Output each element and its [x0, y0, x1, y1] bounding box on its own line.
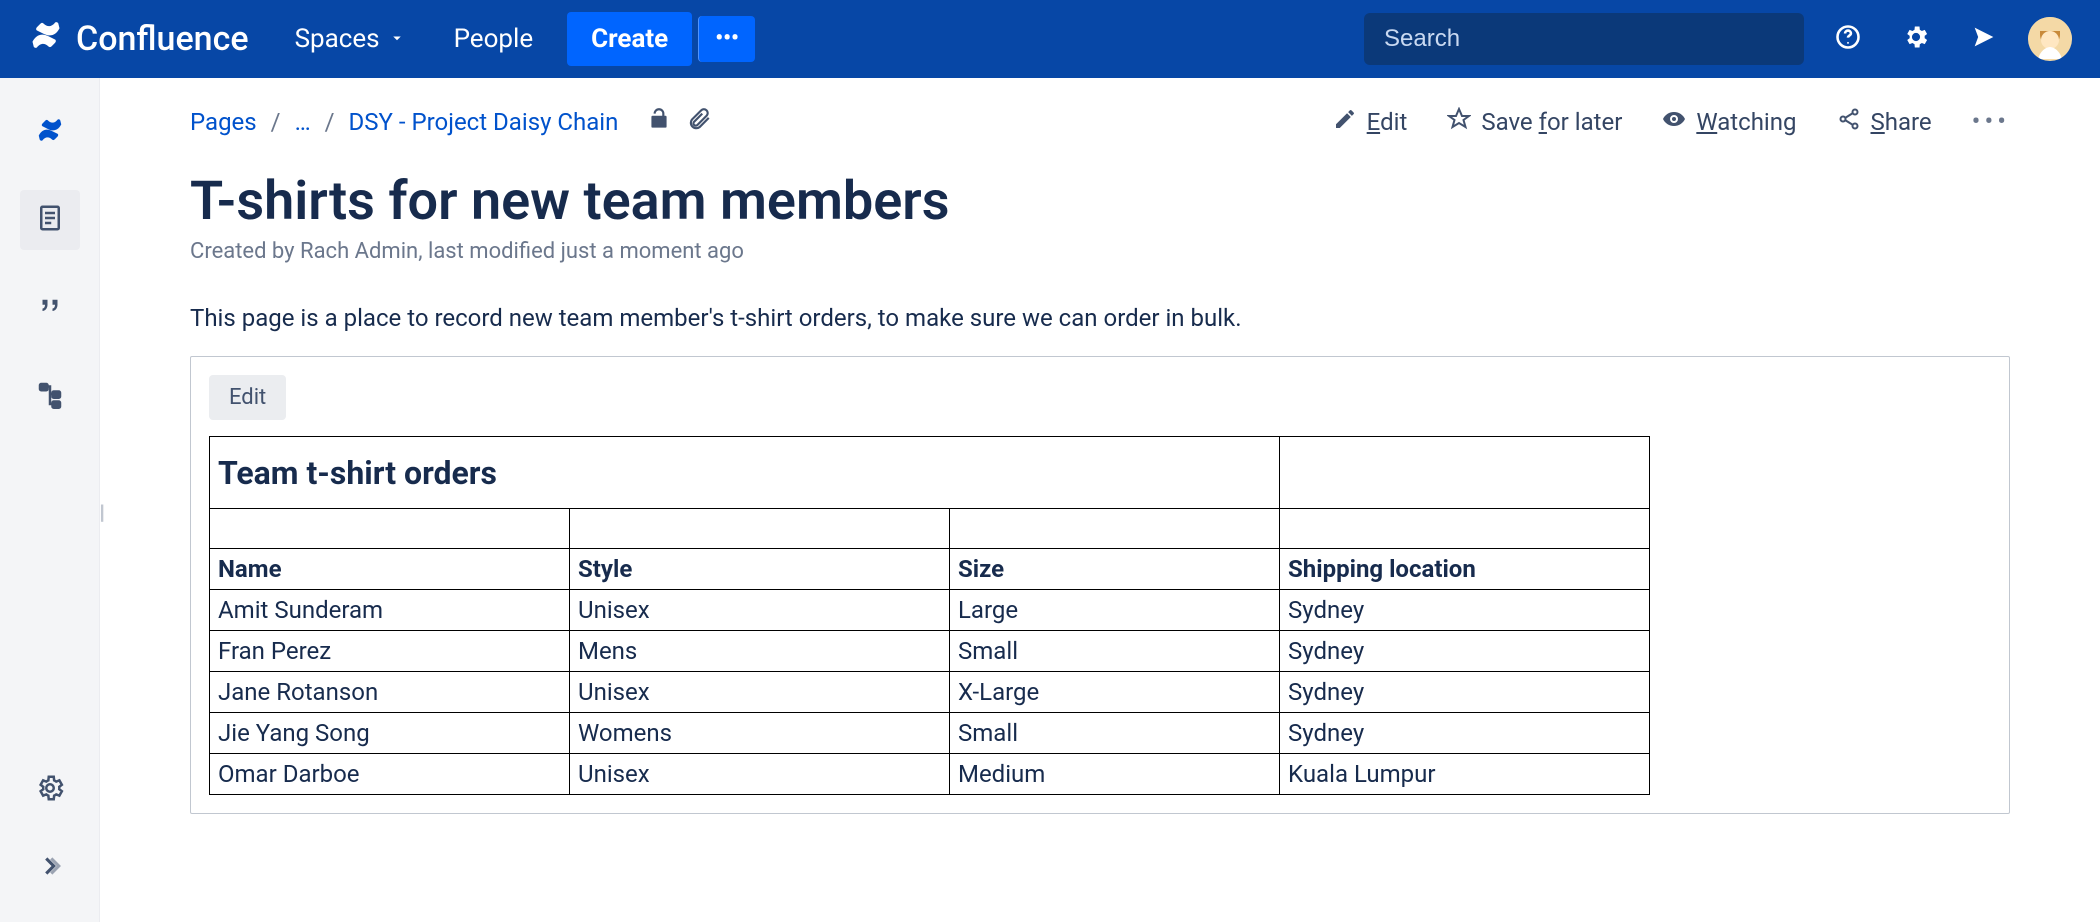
rail-resize-handle[interactable]: ||: [99, 500, 101, 524]
breadcrumb-pages[interactable]: Pages: [190, 108, 257, 136]
share-icon: [1837, 107, 1861, 137]
unlock-icon: [646, 106, 672, 138]
create-more-button[interactable]: •••: [698, 16, 755, 62]
page-body: This page is a place to record new team …: [190, 304, 2010, 814]
page-content: Pages / … / DSY - Project Daisy Chain: [100, 78, 2100, 922]
confluence-mark-icon: [35, 115, 65, 149]
top-navigation: Confluence Spaces People Create •••: [0, 0, 2100, 78]
search-input[interactable]: [1382, 24, 1786, 54]
chevron-down-icon: [388, 24, 406, 54]
help-icon: [1834, 23, 1862, 55]
breadcrumb-sep: /: [271, 108, 281, 136]
edit-sheet-button[interactable]: Edit: [209, 375, 286, 420]
edit-label: Edit: [1367, 108, 1408, 136]
rail-pages[interactable]: [20, 190, 80, 250]
col-size: Size: [950, 549, 1280, 590]
profile-avatar[interactable]: [2028, 17, 2072, 61]
page-meta: Created by Rach Admin, last modified jus…: [190, 239, 2010, 264]
edit-sheet-label: Edit: [229, 385, 266, 410]
rail-space-settings[interactable]: [20, 760, 80, 820]
table-row: Jane Rotanson Unisex X-Large Sydney: [210, 672, 1650, 713]
edit-page-button[interactable]: Edit: [1333, 107, 1408, 137]
intro-paragraph: This page is a place to record new team …: [190, 304, 2010, 332]
table-row: Omar Darboe Unisex Medium Kuala Lumpur: [210, 754, 1650, 795]
watching-label: Watching: [1696, 108, 1796, 136]
rail-expand[interactable]: [20, 838, 80, 898]
paperclip-icon: [686, 106, 712, 138]
left-rail: ||: [0, 78, 100, 922]
save-for-later-button[interactable]: Save for later: [1447, 107, 1622, 137]
settings-button[interactable]: [1892, 15, 1940, 63]
table-row: Amit Sunderam Unisex Large Sydney: [210, 590, 1650, 631]
brand-label: Confluence: [76, 19, 249, 59]
confluence-logo-icon: [28, 17, 64, 62]
rail-blog[interactable]: [20, 278, 80, 338]
nav-people[interactable]: People: [440, 14, 548, 64]
expand-icon: [35, 851, 65, 885]
table-header-row: Name Style Size Shipping location: [210, 549, 1650, 590]
rail-space-logo[interactable]: [20, 102, 80, 162]
rail-tree[interactable]: [20, 366, 80, 426]
quote-icon: [35, 291, 65, 325]
sheet-empty-cell: [1280, 437, 1650, 509]
col-name: Name: [210, 549, 570, 590]
watching-button[interactable]: Watching: [1662, 107, 1796, 137]
orders-table: Team t-shirt orders Name Style Size Ship…: [209, 436, 1650, 795]
nav-spaces[interactable]: Spaces: [281, 14, 420, 64]
search-box[interactable]: [1364, 13, 1804, 65]
nav-people-label: People: [454, 24, 534, 54]
nav-spaces-label: Spaces: [295, 24, 380, 54]
gear-icon: [35, 773, 65, 807]
share-button[interactable]: Share: [1837, 107, 1932, 137]
save-label: Save for later: [1481, 108, 1622, 136]
ellipsis-icon: •••: [715, 26, 739, 51]
avatar-icon: [2028, 17, 2072, 61]
sheet-title-cell: Team t-shirt orders: [210, 437, 1280, 509]
col-style: Style: [570, 549, 950, 590]
create-button[interactable]: Create: [567, 12, 692, 66]
share-label: Share: [1871, 108, 1932, 136]
restrictions-button[interactable]: [646, 106, 672, 138]
page-title: T-shirts for new team members: [190, 170, 2010, 233]
attachments-button[interactable]: [686, 106, 712, 138]
notification-icon: [1970, 23, 1998, 55]
notifications-button[interactable]: [1960, 15, 2008, 63]
tree-icon: [35, 379, 65, 413]
pencil-icon: [1333, 107, 1357, 137]
breadcrumb-sep: /: [325, 108, 335, 136]
eye-icon: [1662, 107, 1686, 137]
page-actions-more[interactable]: •••: [1972, 107, 2010, 137]
star-icon: [1447, 107, 1471, 137]
brand[interactable]: Confluence: [28, 17, 261, 62]
gear-icon: [1902, 23, 1930, 55]
embedded-sheet-panel: Edit Team t-shirt orders Name Style Size…: [190, 356, 2010, 814]
help-button[interactable]: [1824, 15, 1872, 63]
breadcrumb-space[interactable]: DSY - Project Daisy Chain: [349, 108, 619, 136]
page-icon: [35, 203, 65, 237]
table-row: Fran Perez Mens Small Sydney: [210, 631, 1650, 672]
create-button-label: Create: [591, 24, 668, 54]
page-actions: Edit Save for later Watching: [1333, 107, 2010, 137]
col-shipping: Shipping location: [1280, 549, 1650, 590]
breadcrumb: Pages / … / DSY - Project Daisy Chain: [190, 106, 712, 138]
table-row: Jie Yang Song Womens Small Sydney: [210, 713, 1650, 754]
breadcrumb-ellipsis[interactable]: …: [295, 108, 311, 136]
